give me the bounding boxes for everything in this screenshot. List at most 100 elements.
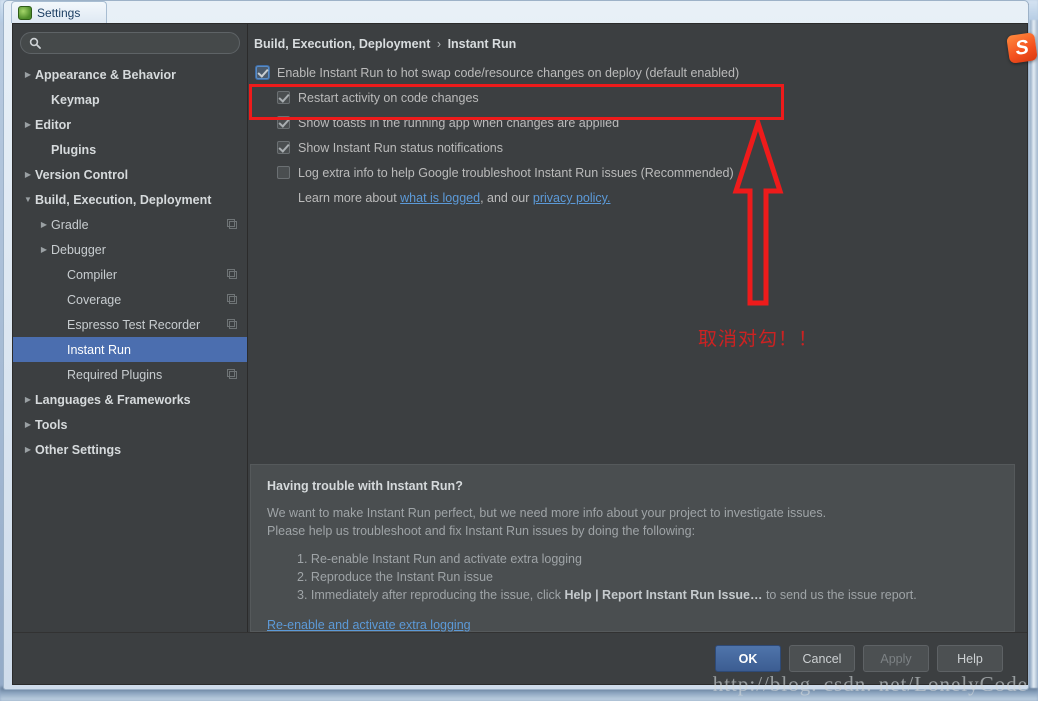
sidebar-item-plugins[interactable]: Plugins bbox=[13, 137, 247, 162]
background-window-edge bbox=[1030, 20, 1038, 688]
search-input[interactable] bbox=[46, 36, 231, 50]
watermark: http://blog. csdn. net/LonelyCode bbox=[712, 672, 1028, 696]
help-button-label: Help bbox=[957, 651, 983, 666]
screenshot-root: x Settings bbox=[0, 0, 1038, 701]
module-icon bbox=[227, 318, 239, 331]
chevron-right-icon[interactable]: ▶ bbox=[37, 245, 51, 254]
trouble-step-text: Reproduce the Instant Run issue bbox=[310, 570, 493, 584]
sidebar-item-coverage[interactable]: Coverage bbox=[13, 287, 247, 312]
learn-more-prefix: Learn more about bbox=[298, 191, 401, 205]
checkbox-checked[interactable] bbox=[277, 116, 290, 129]
sidebar-item-label: Tools bbox=[35, 417, 68, 432]
cancel-button-label: Cancel bbox=[802, 651, 842, 666]
search-area bbox=[13, 24, 247, 60]
checkbox-checked[interactable] bbox=[277, 91, 290, 104]
trouble-heading: Having trouble with Instant Run? bbox=[267, 479, 463, 493]
what-is-logged-link[interactable]: what is logged bbox=[400, 191, 480, 205]
apply-button[interactable]: Apply bbox=[863, 645, 929, 672]
chevron-right-icon[interactable]: ▶ bbox=[37, 220, 51, 229]
settings-body: ▶ Appearance & Behavior Keymap ▶ Editor Plugi… bbox=[13, 24, 1027, 632]
annotation-note-text: 取消对勾！！ bbox=[698, 328, 819, 350]
ok-button[interactable]: OK bbox=[715, 645, 781, 672]
trouble-step: 2. Reproduce the Instant Run issue bbox=[297, 568, 998, 586]
instant-run-options: Enable Instant Run to hot swap code/reso… bbox=[248, 51, 1027, 185]
sogou-ime-icon[interactable]: S bbox=[1006, 32, 1038, 64]
chevron-right-icon[interactable]: ▶ bbox=[21, 70, 35, 79]
settings-tree[interactable]: ▶ Appearance & Behavior Keymap ▶ Editor Plugi… bbox=[13, 60, 247, 632]
trouble-step: 3. Immediately after reproducing the iss… bbox=[297, 586, 998, 604]
option-row[interactable]: Show Instant Run status notifications bbox=[256, 135, 1027, 160]
apply-button-label: Apply bbox=[880, 651, 912, 666]
sidebar-item-label: Plugins bbox=[51, 142, 97, 157]
chevron-right-icon[interactable]: ▶ bbox=[21, 170, 35, 179]
chevron-right-icon[interactable]: ▶ bbox=[21, 395, 35, 404]
search-box[interactable] bbox=[20, 32, 240, 54]
settings-sidebar: ▶ Appearance & Behavior Keymap ▶ Editor Plugi… bbox=[13, 24, 248, 632]
learn-more-middle: , and our bbox=[480, 191, 533, 205]
trouble-step-emphasis: Help | Report Instant Run Issue… bbox=[564, 588, 763, 602]
chevron-right-icon[interactable]: ▶ bbox=[21, 420, 35, 429]
sidebar-item-debugger[interactable]: ▶ Debugger bbox=[13, 237, 247, 262]
sidebar-item-required-plugins[interactable]: Required Plugins bbox=[13, 362, 247, 387]
sidebar-item-tools[interactable]: ▶ Tools bbox=[13, 412, 247, 437]
checkbox-unchecked[interactable] bbox=[277, 166, 290, 179]
trouble-step-number: 1. bbox=[297, 552, 308, 566]
option-row[interactable]: Show toasts in the running app when chan… bbox=[256, 110, 1027, 135]
breadcrumb-parent: Build, Execution, Deployment bbox=[254, 37, 431, 51]
sidebar-item-label: Keymap bbox=[51, 92, 100, 107]
sidebar-item-label: Editor bbox=[35, 117, 72, 132]
trouble-step-text: Immediately after reproducing the issue,… bbox=[310, 588, 565, 602]
sidebar-item-compiler[interactable]: Compiler bbox=[13, 262, 247, 287]
sidebar-item-appearance-behavior[interactable]: ▶ Appearance & Behavior bbox=[13, 62, 247, 87]
option-label: Log extra info to help Google troublesho… bbox=[298, 165, 734, 180]
checkbox-checked[interactable] bbox=[277, 141, 290, 154]
sogou-ime-label: S bbox=[1013, 35, 1031, 60]
module-icon bbox=[227, 268, 239, 281]
sidebar-item-label: Build, Execution, Deployment bbox=[35, 192, 212, 207]
cancel-button[interactable]: Cancel bbox=[789, 645, 855, 672]
androidstudio-icon bbox=[18, 5, 32, 20]
option-row[interactable]: Restart activity on code changes bbox=[256, 85, 1027, 110]
sidebar-item-keymap[interactable]: Keymap bbox=[13, 87, 247, 112]
option-label: Enable Instant Run to hot swap code/reso… bbox=[277, 65, 740, 80]
sidebar-item-other-settings[interactable]: ▶ Other Settings bbox=[13, 437, 247, 462]
sidebar-item-build-execution-deployment[interactable]: ▼ Build, Execution, Deployment bbox=[13, 187, 247, 212]
trouble-step-number: 2. bbox=[297, 570, 308, 584]
sidebar-item-gradle[interactable]: ▶ Gradle bbox=[13, 212, 247, 237]
privacy-policy-link[interactable]: privacy policy. bbox=[533, 191, 611, 205]
sidebar-item-espresso-test-recorder[interactable]: Espresso Test Recorder bbox=[13, 312, 247, 337]
sidebar-item-instant-run[interactable]: Instant Run bbox=[13, 337, 247, 362]
trouble-link-row: Re-enable and activate extra logging bbox=[267, 618, 998, 632]
re-enable-logging-link[interactable]: Re-enable and activate extra logging bbox=[267, 618, 471, 632]
trouble-step: 1. Re-enable Instant Run and activate ex… bbox=[297, 550, 998, 568]
option-row[interactable]: Enable Instant Run to hot swap code/reso… bbox=[256, 60, 1027, 85]
sidebar-item-label: Coverage bbox=[67, 292, 122, 307]
sidebar-item-label: Espresso Test Recorder bbox=[67, 317, 201, 332]
sidebar-item-languages-frameworks[interactable]: ▶ Languages & Frameworks bbox=[13, 387, 247, 412]
chevron-down-icon[interactable]: ▼ bbox=[21, 195, 35, 204]
sidebar-item-label: Compiler bbox=[67, 267, 118, 282]
help-button[interactable]: Help bbox=[937, 645, 1003, 672]
checkbox-focused[interactable] bbox=[256, 66, 269, 79]
module-icon bbox=[227, 293, 239, 306]
option-label: Show toasts in the running app when chan… bbox=[298, 115, 620, 130]
sidebar-item-label: Required Plugins bbox=[67, 367, 163, 382]
sidebar-item-version-control[interactable]: ▶ Version Control bbox=[13, 162, 247, 187]
option-row[interactable]: Log extra info to help Google troublesho… bbox=[256, 160, 1027, 185]
chevron-right-icon[interactable]: ▶ bbox=[21, 445, 35, 454]
option-label: Restart activity on code changes bbox=[298, 90, 479, 105]
trouble-panel: Having trouble with Instant Run? We want… bbox=[250, 464, 1015, 632]
settings-content: ▶ Appearance & Behavior Keymap ▶ Editor Plugi… bbox=[12, 23, 1028, 685]
module-icon bbox=[227, 218, 239, 231]
module-icon bbox=[227, 368, 239, 381]
trouble-paragraph-1: We want to make Instant Run perfect, but… bbox=[267, 506, 827, 520]
trouble-paragraph-2: Please help us troubleshoot and fix Inst… bbox=[267, 524, 696, 538]
option-label: Show Instant Run status notifications bbox=[298, 140, 503, 155]
breadcrumb-separator: › bbox=[436, 37, 442, 51]
breadcrumb-current: Instant Run bbox=[447, 37, 517, 51]
sidebar-item-label: Version Control bbox=[35, 167, 129, 182]
sidebar-item-editor[interactable]: ▶ Editor bbox=[13, 112, 247, 137]
settings-dialog: Settings ▶ Appearance & Behavior Keymap … bbox=[3, 0, 1029, 690]
chevron-right-icon[interactable]: ▶ bbox=[21, 120, 35, 129]
sidebar-item-label: Debugger bbox=[51, 242, 106, 257]
